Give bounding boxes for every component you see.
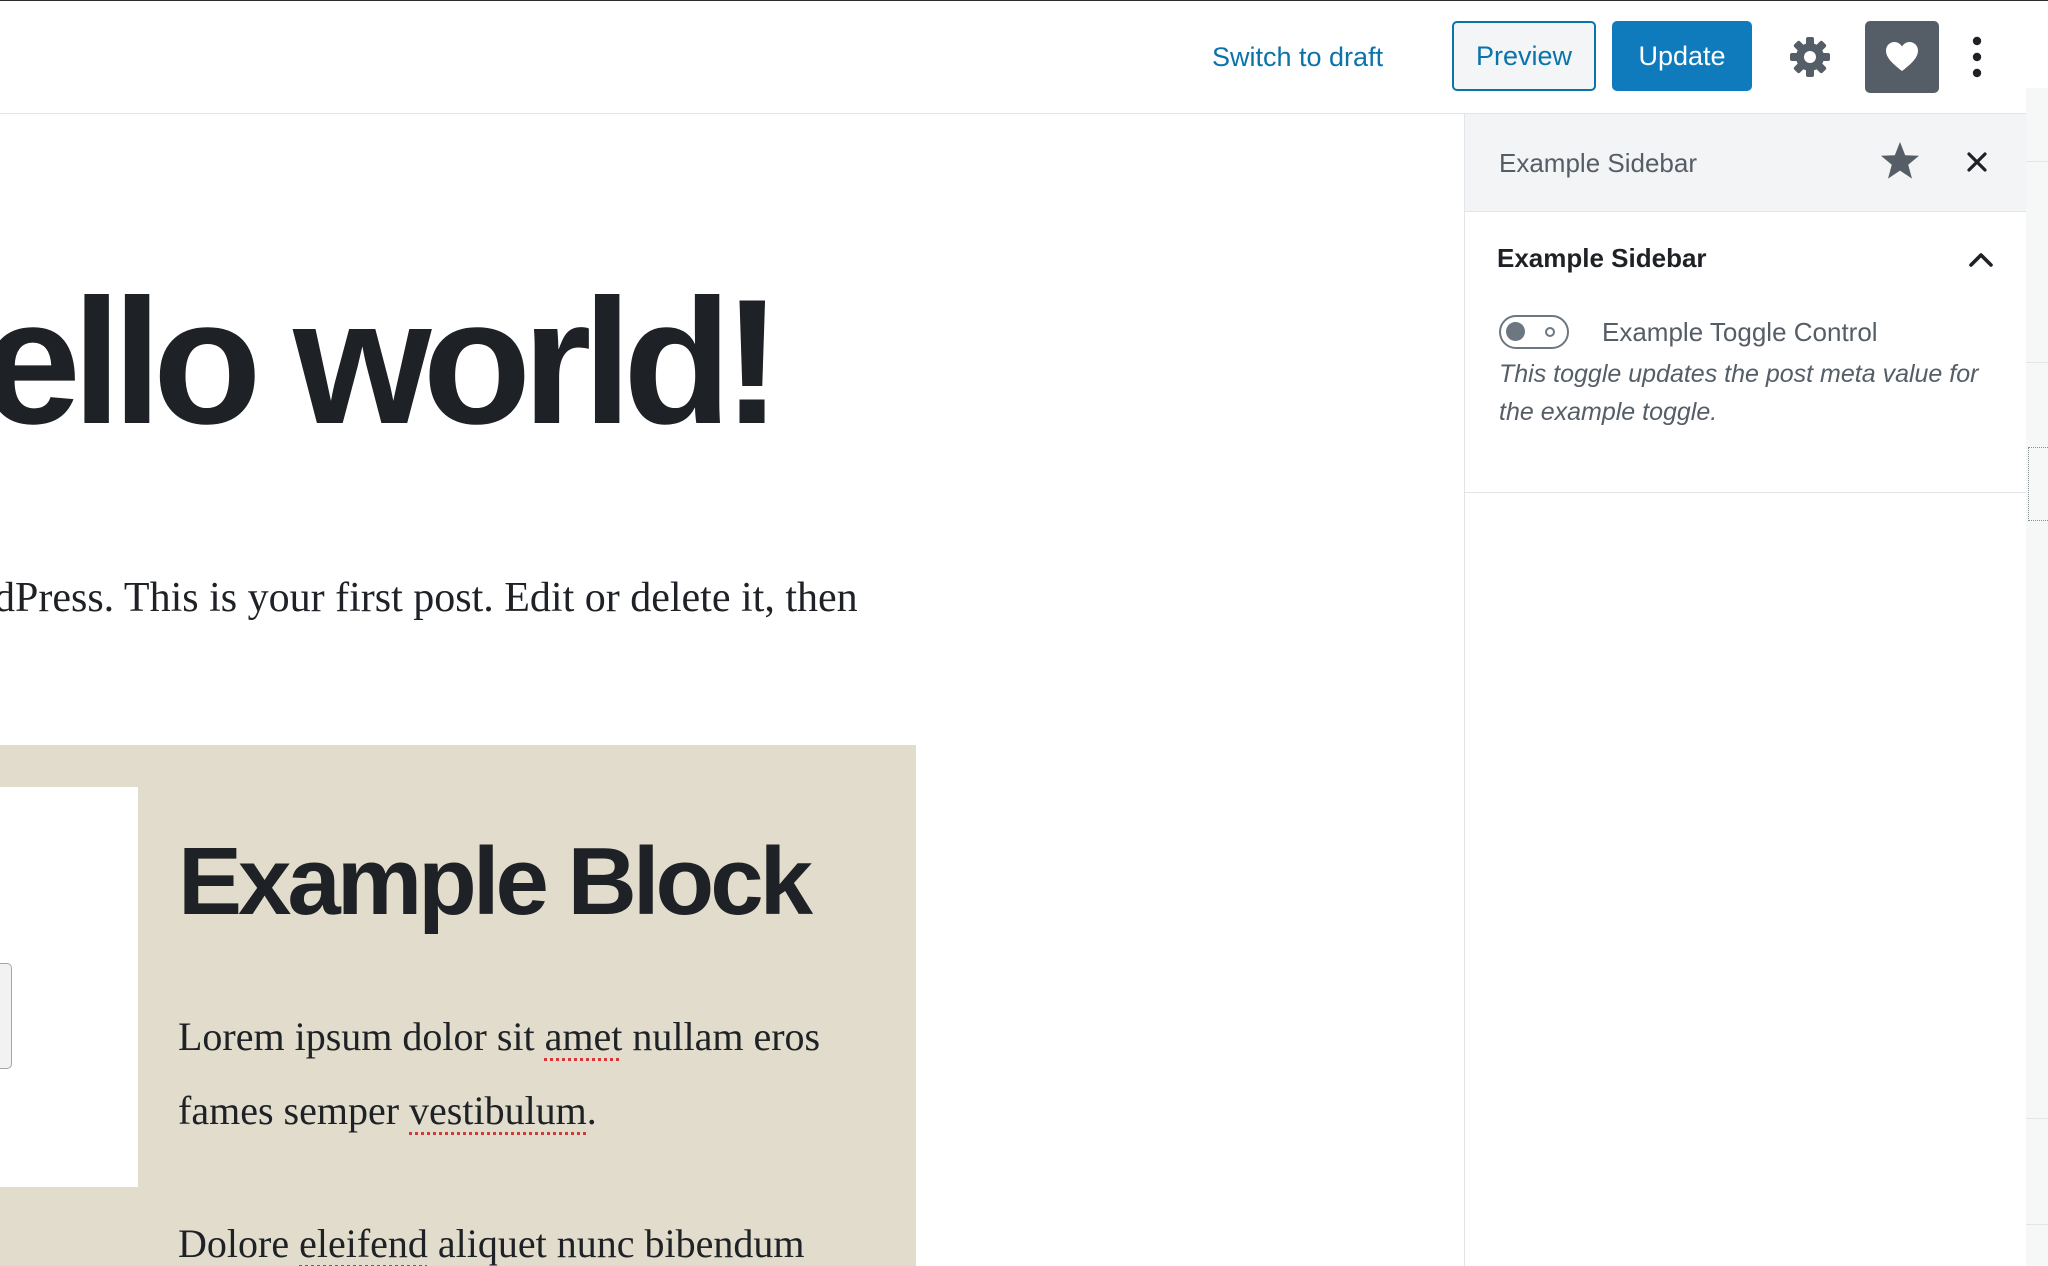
image-placeholder-shape	[0, 963, 12, 1069]
scrollbar-divider	[2026, 362, 2048, 363]
editor-screen: ello world! dPress. This is your first p…	[0, 0, 2048, 1266]
block-paragraph-1[interactable]: Lorem ipsum dolor sit amet nullam eros fa…	[178, 1000, 820, 1148]
star-icon	[1881, 142, 1919, 179]
sidebar-panel: Example Sidebar Example Toggle Control T…	[1465, 212, 2027, 493]
text-segment: Lorem ipsum dolor sit	[178, 1014, 545, 1059]
block-heading[interactable]: Example Block	[178, 827, 813, 937]
sidebar-header: Example Sidebar	[1465, 114, 2027, 212]
misspelled-word[interactable]: amet	[545, 1014, 623, 1059]
block-paragraph-2[interactable]: Dolore eleifend aliquet nunc bibendum	[178, 1207, 804, 1266]
close-icon	[1967, 152, 1987, 172]
scrollbar-divider	[2026, 161, 2048, 162]
scrollbar-track[interactable]	[2026, 88, 2048, 1266]
text-segment: .	[586, 1088, 597, 1133]
update-button[interactable]: Update	[1612, 21, 1752, 91]
scrollbar-handle[interactable]	[2028, 447, 2048, 521]
scrollbar-divider	[2026, 1118, 2048, 1119]
settings-button[interactable]	[1788, 35, 1832, 79]
toggle-off-indicator-icon	[1545, 327, 1555, 337]
example-block[interactable]: Example Block Lorem ipsum dolor sit amet…	[0, 745, 916, 1266]
chevron-up-icon	[1969, 253, 1993, 267]
switch-to-draft-button[interactable]: Switch to draft	[1212, 35, 1383, 79]
gear-icon	[1790, 37, 1830, 77]
text-segment: Dolore	[178, 1221, 300, 1266]
text-segment: nullam eros	[622, 1014, 821, 1059]
toggle-label[interactable]: Example Toggle Control	[1602, 312, 1878, 352]
pin-sidebar-button[interactable]	[1879, 140, 1921, 182]
sidebar-title: Example Sidebar	[1499, 148, 1697, 178]
heart-icon	[1886, 42, 1918, 71]
panel-collapse-button[interactable]	[1965, 244, 1997, 274]
plugin-sidebar: Example Sidebar Example Sidebar Example …	[1464, 114, 2027, 1266]
text-segment: aliquet nunc bibendum	[427, 1221, 805, 1266]
misspelled-word[interactable]: eleifend	[299, 1221, 428, 1266]
example-toggle-switch[interactable]	[1499, 315, 1569, 349]
toggle-thumb	[1506, 322, 1525, 341]
post-paragraph[interactable]: dPress. This is your first post. Edit or…	[0, 568, 858, 628]
post-title[interactable]: ello world!	[0, 262, 782, 462]
preview-button[interactable]: Preview	[1452, 21, 1596, 91]
block-image[interactable]	[0, 787, 138, 1187]
misspelled-word[interactable]: vestibulum	[409, 1088, 587, 1133]
plugin-sidebar-button[interactable]	[1865, 21, 1939, 93]
toggle-help-text: This toggle updates the post meta value …	[1499, 360, 1979, 426]
text-segment: fames semper	[178, 1088, 410, 1133]
panel-toggle-title[interactable]: Example Sidebar	[1497, 236, 1707, 280]
close-sidebar-button[interactable]	[1961, 146, 1993, 178]
more-options-button[interactable]	[1962, 33, 1992, 81]
scrollbar-divider	[2026, 1224, 2048, 1225]
editor-header: Switch to draft Preview Update	[0, 1, 2026, 114]
more-vertical-icon	[1972, 36, 1982, 78]
